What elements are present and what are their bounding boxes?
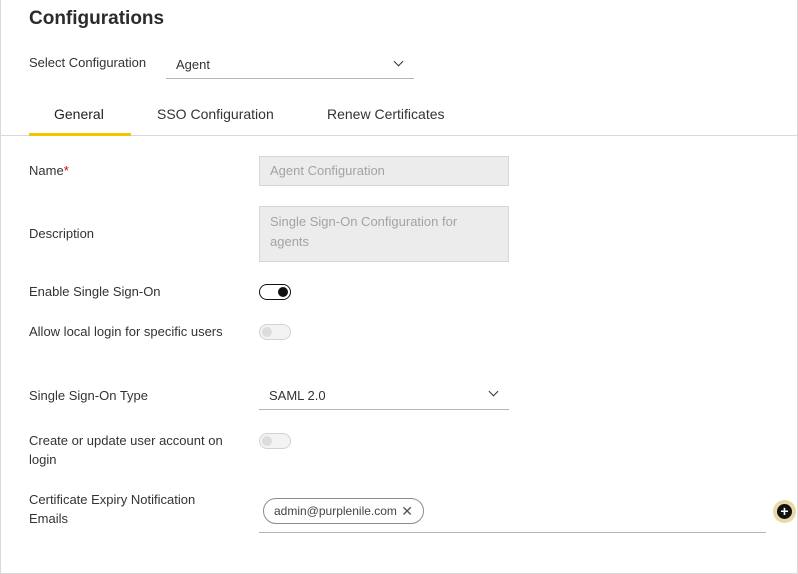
close-icon[interactable]: ✕: [401, 503, 413, 520]
allow-local-login-label: Allow local login for specific users: [29, 324, 223, 339]
sso-type-value: SAML 2.0: [269, 388, 326, 403]
required-mark: *: [63, 163, 69, 178]
cert-expiry-emails-input[interactable]: admin@purplenile.com ✕: [259, 494, 766, 533]
email-chip-text: admin@purplenile.com: [274, 504, 397, 518]
description-label: Description: [29, 226, 95, 241]
name-label: Name*: [29, 161, 69, 180]
enable-sso-toggle[interactable]: [259, 284, 291, 300]
tab-general-label: General: [54, 106, 104, 122]
tab-bar: General SSO Configuration Renew Certific…: [0, 96, 797, 136]
name-field: Agent Configuration: [259, 156, 509, 186]
select-configuration-dropdown[interactable]: Agent: [166, 52, 414, 79]
enable-sso-label: Enable Single Sign-On: [29, 284, 161, 299]
description-field: Single Sign-On Configuration for agents: [259, 206, 509, 262]
sso-type-dropdown[interactable]: SAML 2.0: [259, 381, 509, 410]
create-update-account-toggle[interactable]: [259, 433, 291, 449]
email-chip: admin@purplenile.com ✕: [263, 498, 424, 524]
tab-sso-configuration[interactable]: SSO Configuration: [157, 96, 297, 136]
name-label-text: Name: [29, 163, 64, 178]
tab-general[interactable]: General: [29, 96, 131, 136]
add-email-button[interactable]: +: [773, 500, 796, 523]
sso-type-label: Single Sign-On Type: [29, 388, 148, 403]
toggle-knob: [262, 436, 272, 446]
tab-sso-configuration-label: SSO Configuration: [157, 106, 274, 122]
toggle-knob: [262, 327, 272, 337]
cert-expiry-emails-label: Certificate Expiry Notification Emails: [29, 492, 196, 526]
create-update-account-label: Create or update user account on login: [29, 433, 223, 467]
page-title: Configurations: [29, 8, 165, 29]
toggle-knob: [278, 286, 288, 297]
chevron-down-icon: [488, 386, 499, 397]
chevron-down-icon: [393, 56, 404, 67]
allow-local-login-toggle[interactable]: [259, 324, 291, 340]
tab-renew-certificates-label: Renew Certificates: [327, 106, 445, 122]
tab-renew-certificates[interactable]: Renew Certificates: [327, 96, 477, 136]
plus-circle-icon: +: [777, 504, 792, 519]
select-configuration-label: Select Configuration: [29, 55, 147, 70]
select-configuration-value: Agent: [176, 57, 210, 72]
